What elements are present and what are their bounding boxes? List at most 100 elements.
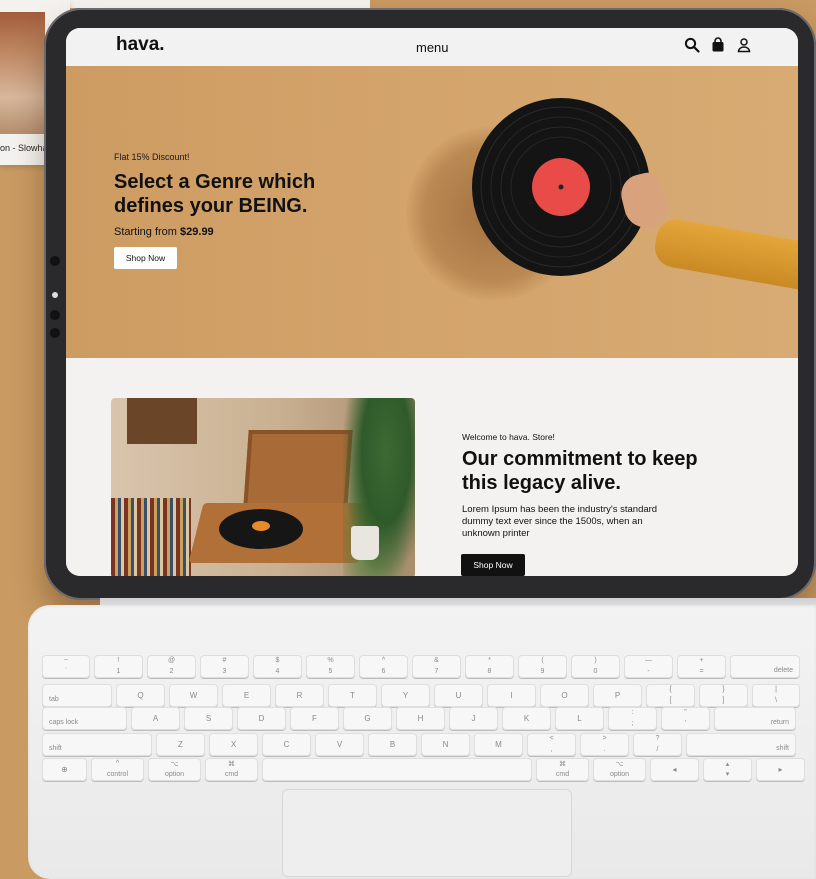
background-caption: on - Slowha: [0, 143, 48, 153]
key-label: K: [523, 714, 530, 723]
key-label: W: [189, 691, 198, 700]
menu-link[interactable]: menu: [416, 40, 449, 55]
keyboard-key[interactable]: ) 0: [571, 655, 620, 678]
keyboard-key[interactable]: H: [396, 707, 445, 730]
key-label: ▸: [778, 765, 783, 774]
keyboard-key[interactable]: ▸: [756, 758, 805, 781]
keyboard-key[interactable]: % 5: [306, 655, 355, 678]
key-label: ▾: [725, 771, 730, 778]
keyboard-key[interactable]: @2: [147, 655, 196, 678]
key-label: G: [364, 714, 371, 723]
keyboard-key[interactable]: ^ 6: [359, 655, 408, 678]
background-photo: [0, 12, 45, 134]
keyboard-key[interactable]: X: [209, 733, 258, 756]
site-logo[interactable]: hava.: [116, 34, 165, 56]
keyboard-key[interactable]: F: [290, 707, 339, 730]
key-label: U: [455, 691, 462, 700]
keyboard-key[interactable]: Z: [156, 733, 205, 756]
keyboard-key[interactable]: ~ `: [42, 655, 90, 678]
keyboard-key[interactable]: #3: [200, 655, 249, 678]
keyboard-key[interactable]: M: [474, 733, 523, 756]
keyboard-row: tab Q W E R T Y U I O P{[}] | \: [42, 684, 800, 707]
about-shop-now-button[interactable]: Shop Now: [461, 554, 525, 576]
keyboard-key[interactable]: A: [131, 707, 180, 730]
keyboard-key[interactable]: [262, 758, 532, 781]
keyboard-key[interactable]: C: [262, 733, 311, 756]
keyboard-key[interactable]: shift: [42, 733, 152, 756]
shopping-bag-icon[interactable]: [710, 37, 726, 53]
camera-dot: [50, 256, 60, 266]
keyboard-key[interactable]: :;: [608, 707, 657, 730]
keyboard-key[interactable]: " ': [661, 707, 710, 730]
camera-dot: [50, 328, 60, 338]
keyboard-key[interactable]: ? /: [633, 733, 682, 756]
keyboard-key[interactable]: G: [343, 707, 392, 730]
key-label: cmd: [555, 771, 570, 778]
key-label: `: [64, 668, 68, 675]
keyboard-key[interactable]: * 8: [465, 655, 514, 678]
key-label: ⊕: [61, 765, 68, 774]
keyboard-key[interactable]: B: [368, 733, 417, 756]
keyboard-key[interactable]: ⌥ option: [148, 758, 201, 781]
keyboard-key[interactable]: shift: [686, 733, 796, 756]
keyboard-key[interactable]: & 7: [412, 655, 461, 678]
key-label: *: [488, 657, 491, 664]
price-value: $29.99: [180, 226, 214, 238]
keyboard-key[interactable]: ▴ ▾: [703, 758, 752, 781]
keyboard-key[interactable]: + =: [677, 655, 726, 678]
keyboard-key[interactable]: J: [449, 707, 498, 730]
keyboard-key[interactable]: tab: [42, 684, 112, 707]
key-label: 3: [222, 668, 227, 675]
keyboard-row: ~ `! 1 @2 #3 $4% 5 ^ 6 & 7 * 8(9) 0— - + = delete: [42, 655, 800, 678]
search-icon[interactable]: [684, 37, 700, 53]
key-label: shift: [776, 745, 789, 752]
keyboard-key[interactable]: Y: [381, 684, 430, 707]
keyboard-key[interactable]: E: [222, 684, 271, 707]
keyboard-key[interactable]: L: [555, 707, 604, 730]
keyboard-key[interactable]: P: [593, 684, 642, 707]
keyboard-key[interactable]: K: [502, 707, 551, 730]
keyboard-key[interactable]: | \: [752, 684, 800, 707]
keyboard-row: shift Z X C V B N M <, >.? / shift: [42, 733, 796, 756]
keyboard-key[interactable]: ◂: [650, 758, 699, 781]
keyboard-key[interactable]: delete: [730, 655, 800, 678]
keyboard-key[interactable]: N: [421, 733, 470, 756]
keyboard-key[interactable]: (9: [518, 655, 567, 678]
keyboard-key[interactable]: ⌥ option: [593, 758, 646, 781]
keyboard-key[interactable]: ^ control: [91, 758, 144, 781]
hero-shop-now-button[interactable]: Shop Now: [114, 247, 177, 269]
keyboard-key[interactable]: U: [434, 684, 483, 707]
keyboard-key[interactable]: ⌘ cmd: [536, 758, 589, 781]
trackpad[interactable]: [282, 789, 572, 877]
keyboard-key[interactable]: W: [169, 684, 218, 707]
keyboard-key[interactable]: O: [540, 684, 589, 707]
keyboard-key[interactable]: ! 1: [94, 655, 143, 678]
keyboard-key[interactable]: R: [275, 684, 324, 707]
user-icon[interactable]: [736, 37, 752, 53]
keyboard-key[interactable]: {[: [646, 684, 695, 707]
keyboard-key[interactable]: ⊕: [42, 758, 87, 781]
key-label: M: [495, 740, 502, 749]
keyboard-key[interactable]: D: [237, 707, 286, 730]
key-label: ?: [655, 735, 660, 742]
keyboard-key[interactable]: — -: [624, 655, 673, 678]
keyboard-key[interactable]: caps lock: [42, 707, 127, 730]
keyboard-key[interactable]: <,: [527, 733, 576, 756]
keyboard-key[interactable]: $4: [253, 655, 302, 678]
keyboard-key[interactable]: V: [315, 733, 364, 756]
key-label: delete: [773, 667, 793, 674]
keyboard-key[interactable]: }]: [699, 684, 748, 707]
keyboard-key[interactable]: return: [714, 707, 796, 730]
keyboard-key[interactable]: ⌘ cmd: [205, 758, 258, 781]
key-label: /: [656, 746, 659, 753]
key-label: ~: [63, 657, 69, 664]
key-label: :: [631, 709, 634, 716]
welcome-text: Welcome to hava. Store!: [462, 432, 555, 442]
key-label: cmd: [224, 771, 239, 778]
keyboard-key[interactable]: I: [487, 684, 536, 707]
keyboard-key[interactable]: Q: [116, 684, 165, 707]
keyboard-key[interactable]: T: [328, 684, 377, 707]
keyboard-key[interactable]: S: [184, 707, 233, 730]
key-label: 6: [381, 668, 386, 675]
keyboard-key[interactable]: >.: [580, 733, 629, 756]
